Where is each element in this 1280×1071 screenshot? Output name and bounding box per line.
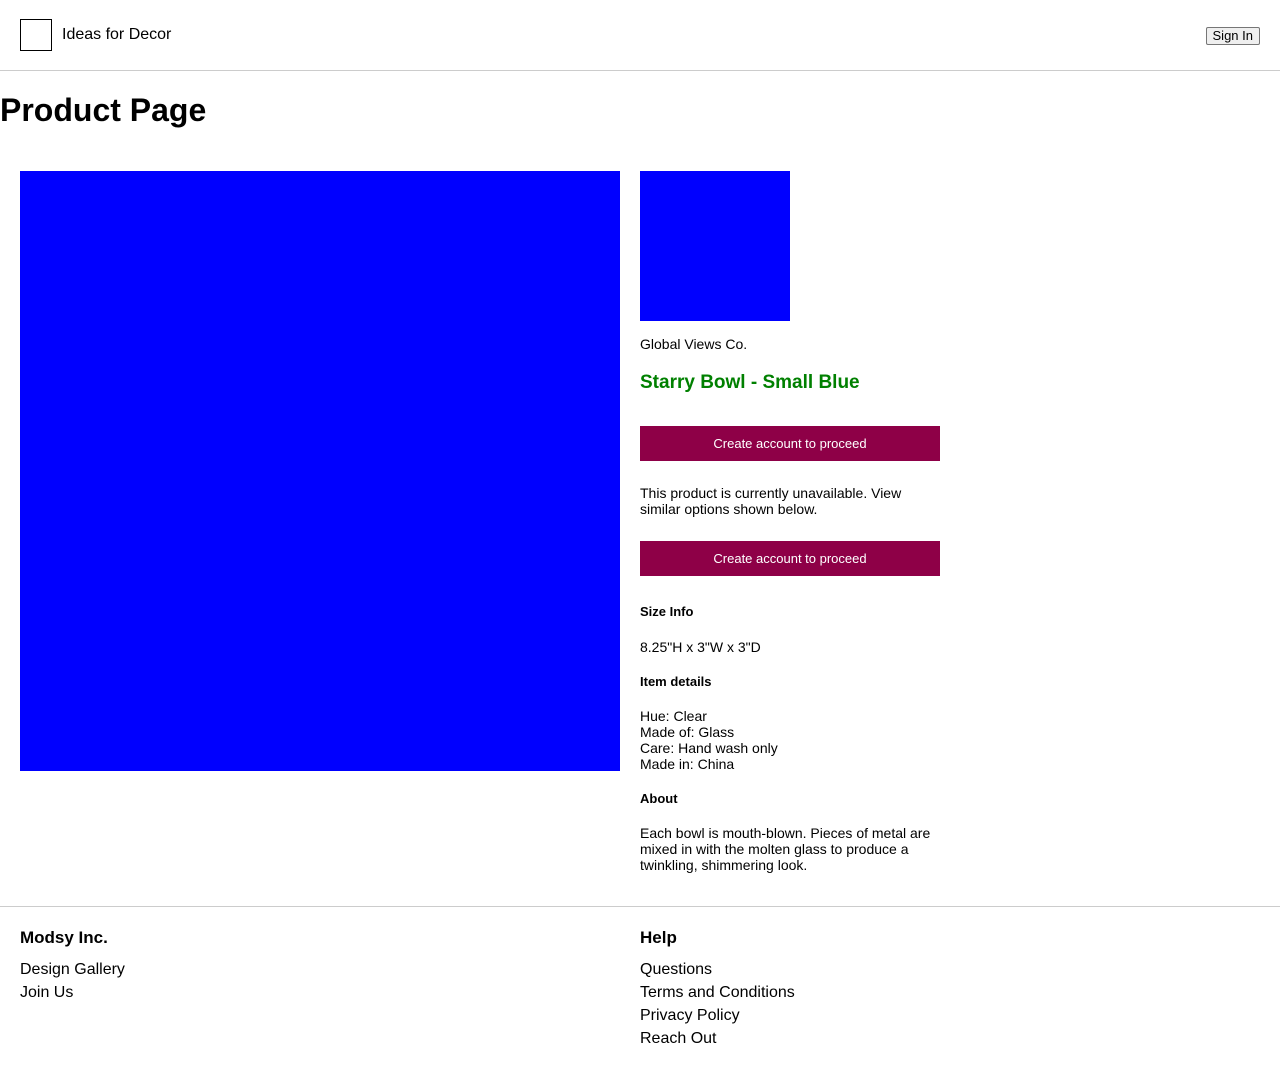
- sign-in-button[interactable]: Sign In: [1205, 27, 1260, 45]
- brand-name[interactable]: Ideas for Decor: [62, 25, 171, 44]
- footer-company-column: Modsy Inc. Design Gallery Join Us: [20, 928, 125, 1004]
- size-info-text: 8.25"H x 3"W x 3"D: [640, 639, 761, 655]
- product-thumbnail[interactable]: [640, 171, 790, 321]
- product-main-image: [20, 171, 620, 771]
- unavailable-message: This product is currently unavailable. V…: [640, 485, 902, 517]
- footer-company-heading: Modsy Inc.: [20, 928, 108, 947]
- item-detail-origin: Made in: China: [640, 756, 735, 772]
- size-info-title: Size Info: [640, 604, 694, 619]
- create-account-button[interactable]: Create account to proceed: [640, 426, 940, 461]
- item-detail-material: Made of: Glass: [640, 724, 735, 740]
- footer-link-privacy[interactable]: Privacy Policy: [640, 1004, 795, 1027]
- about-title: About: [640, 791, 678, 806]
- logo-icon[interactable]: [20, 19, 52, 51]
- site-footer: Modsy Inc. Design Gallery Join Us Help Q…: [0, 906, 1280, 1071]
- product-vendor: Global Views Co.: [640, 336, 748, 352]
- footer-link-terms[interactable]: Terms and Conditions: [640, 981, 795, 1004]
- product-details: Global Views Co. Starry Bowl - Small Blu…: [640, 171, 940, 873]
- product-name: Starry Bowl - Small Blue: [640, 372, 860, 393]
- site-header: Ideas for Decor Sign In: [0, 0, 1280, 71]
- item-detail-hue: Hue: Clear: [640, 708, 707, 724]
- create-account-button-secondary[interactable]: Create account to proceed: [640, 541, 940, 576]
- item-details-list: Hue: Clear Made of: Glass Care: Hand was…: [640, 708, 940, 772]
- page-title: Product Page: [0, 92, 207, 128]
- item-detail-care: Care: Hand wash only: [640, 740, 778, 756]
- footer-link-join-us[interactable]: Join Us: [20, 981, 125, 1004]
- footer-link-reach-out[interactable]: Reach Out: [640, 1027, 795, 1050]
- footer-help-heading: Help: [640, 928, 677, 947]
- item-details-title: Item details: [640, 674, 712, 689]
- footer-help-column: Help Questions Terms and Conditions Priv…: [640, 928, 795, 1050]
- footer-link-design-gallery[interactable]: Design Gallery: [20, 958, 125, 981]
- about-text: Each bowl is mouth-blown. Pieces of meta…: [640, 825, 931, 873]
- footer-link-questions[interactable]: Questions: [640, 958, 795, 981]
